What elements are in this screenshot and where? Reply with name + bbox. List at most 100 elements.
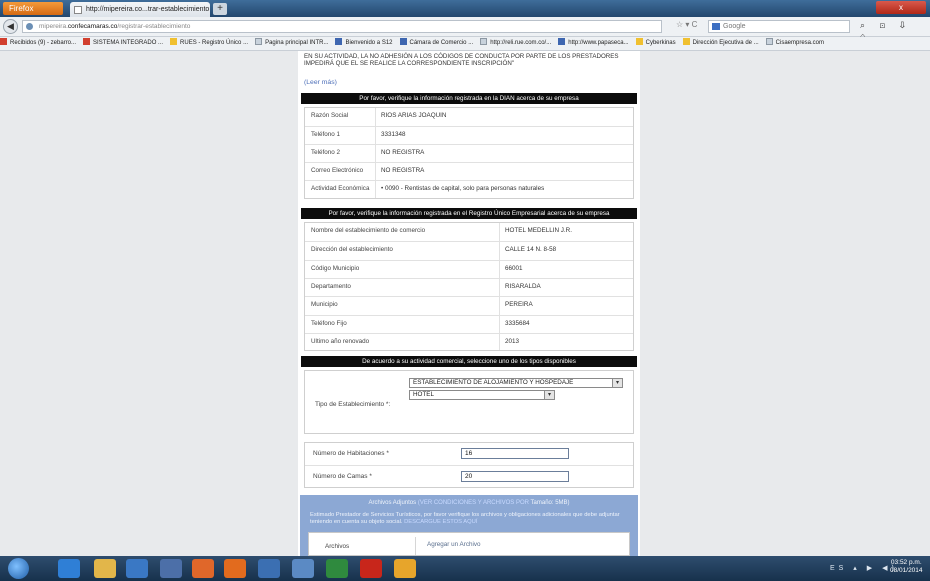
row-label: Municipio <box>311 301 338 309</box>
establishment-subtype-value: HOTEL <box>413 391 434 398</box>
page-icon <box>74 6 82 14</box>
browser-tab[interactable]: http://mipereira.co...trar-establecimien… <box>70 2 210 17</box>
rooms-label: Número de Habitaciones * <box>313 450 389 457</box>
files-label: Archivos <box>325 543 350 550</box>
web-page: en su actividad, la no adhesión a los có… <box>0 51 930 556</box>
skype-icon[interactable] <box>258 559 280 578</box>
chevron-down-icon[interactable]: ▾ <box>544 391 554 399</box>
bookmark-item[interactable]: Cisaempresa.com <box>765 37 825 50</box>
table-row: Ultimo año renovado 2013 <box>305 332 633 350</box>
row-value: CALLE 14 N. 8-58 <box>505 246 557 254</box>
pdf-reader-icon[interactable] <box>360 559 382 578</box>
column-divider <box>499 223 500 350</box>
bookmark-icon <box>399 38 407 45</box>
bookmark-icon <box>83 38 91 45</box>
download-link[interactable]: DESCARGUE ESTOS AQUÍ <box>404 519 477 525</box>
firefox-icon[interactable] <box>224 559 246 578</box>
bookmark-item[interactable]: SISTEMA INTEGRADO ... <box>83 37 163 50</box>
bookmark-icon <box>335 38 343 45</box>
table-row: Nombre del establecimiento de comercio HO… <box>305 223 633 240</box>
bookmark-item[interactable]: Recibidos (9) - zebarro... <box>0 37 76 50</box>
excel-icon[interactable] <box>326 559 348 578</box>
row-label: Código Municipio <box>311 264 360 272</box>
read-more-link[interactable]: (Leer más) <box>304 79 337 86</box>
row-value: HOTEL MEDELLIN J.R. <box>505 227 572 234</box>
table-row: Teléfono 1 3331348 <box>305 126 633 143</box>
chrome-icon[interactable] <box>192 559 214 578</box>
search-input[interactable]: Google <box>708 20 850 33</box>
capacity-box: Número de Habitaciones * Número de Camas… <box>304 442 634 488</box>
bookmark-item[interactable]: Dirección Ejecutiva de ... <box>682 37 759 50</box>
bookmark-label: http://reli.rue.com.co/... <box>490 40 552 46</box>
table-row: Departamento RISARALDA <box>305 277 633 295</box>
establishment-type-select[interactable]: ESTABLECIMIENTO DE ALOJAMIENTO Y HOSPEDA… <box>409 378 623 388</box>
row-label: Actividad Económica <box>311 185 370 192</box>
beds-input[interactable] <box>461 471 569 482</box>
dian-info-table: Razón Social RIOS ARIAS JOAQUIN Teléfono 1… <box>304 107 634 199</box>
bookmark-label: Cisaempresa.com <box>775 40 825 46</box>
search-placeholder: Google <box>723 23 746 30</box>
url-path: /registrar-establecimiento <box>117 23 191 30</box>
internet-explorer-icon[interactable] <box>58 559 80 578</box>
row-value: 3331348 <box>381 131 406 138</box>
rooms-input[interactable] <box>461 448 569 459</box>
table-row: Municipio PEREIRA <box>305 296 633 313</box>
column-divider <box>375 108 376 198</box>
establishment-type-label: Tipo de Establecimiento *: <box>315 401 391 408</box>
add-file-link[interactable]: Agregar un Archivo <box>427 541 481 548</box>
new-tab-button[interactable]: + <box>213 3 227 15</box>
table-row: Correo Electrónico NO REGISTRA <box>305 162 633 179</box>
bookmark-star-icon[interactable]: ☆ ▾ C <box>676 20 697 29</box>
bookmark-icon <box>682 38 690 45</box>
system-tray[interactable]: ES ▴ ▶ ◀) <box>830 564 898 572</box>
bookmark-label: Pagina principal INTR... <box>265 40 329 46</box>
bookmark-label: RUES - Registro Único ... <box>180 40 249 46</box>
chevron-down-icon[interactable]: ▾ <box>612 379 622 387</box>
window-close-button[interactable]: x <box>876 1 926 14</box>
start-button-icon[interactable] <box>8 558 29 579</box>
attachments-conditions-link[interactable]: (VER CONDICIONES Y ARCHIVOS POR <box>418 500 529 506</box>
establishment-subtype-select[interactable]: HOTEL ▾ <box>409 390 555 400</box>
bookmark-item[interactable]: RUES - Registro Único ... <box>170 37 248 50</box>
file-explorer-icon[interactable] <box>94 559 116 578</box>
clock[interactable]: 03:52 p.m. 08/01/2014 <box>890 559 923 575</box>
row-label: Ultimo año renovado <box>311 337 370 345</box>
establishment-type-value: ESTABLECIMIENTO DE ALOJAMIENTO Y HOSPEDA… <box>413 379 574 386</box>
bookmark-icon <box>558 38 566 45</box>
bookmark-label: Bienvenido a S12 <box>345 40 393 46</box>
bookmarks-toolbar: Recibidos (9) - zebarro... SISTEMA INTEGR… <box>0 37 930 51</box>
paint-icon[interactable] <box>394 559 416 578</box>
outlook-icon[interactable] <box>160 559 182 578</box>
row-value: PEREIRA <box>505 301 533 309</box>
google-icon[interactable] <box>712 23 720 30</box>
table-row: Actividad Económica • 0090 - Rentistas de… <box>305 180 633 197</box>
navigation-bar: ◀ mipereira.confecamaras.co/registrar-es… <box>0 17 930 41</box>
firefox-menu-button[interactable]: Firefox <box>3 2 63 15</box>
bookmark-item[interactable]: Cámara de Comercio ... <box>399 37 473 50</box>
bookmark-icon <box>480 38 488 45</box>
bookmark-item[interactable]: Bienvenido a S12 <box>335 37 393 50</box>
bookmark-item[interactable]: http://www.papaseca... <box>558 37 629 50</box>
media-player-icon[interactable] <box>126 559 148 578</box>
site-identity-icon[interactable] <box>26 23 33 30</box>
address-bar[interactable]: mipereira.confecamaras.co/registrar-esta… <box>22 20 662 33</box>
rue-section-header: Por favor, verifique la información regi… <box>301 208 637 219</box>
attachments-title: Archivos Adjuntos (VER CONDICIONES Y ARC… <box>300 500 638 506</box>
bookmark-icon <box>170 38 178 45</box>
row-value: 66001 <box>505 264 523 272</box>
bookmark-label: http://www.papaseca... <box>568 40 629 46</box>
notice-text: en su actividad, la no adhesión a los có… <box>304 53 619 67</box>
monitor-icon[interactable] <box>292 559 314 578</box>
bookmark-item[interactable]: http://reli.rue.com.co/... <box>480 37 551 50</box>
row-label: Teléfono Fijo <box>311 319 347 327</box>
row-value: • 0090 - Rentistas de capital, solo para… <box>381 185 545 192</box>
tab-title: http://mipereira.co...trar-establecimien… <box>86 6 210 13</box>
row-value: RISARALDA <box>505 282 541 290</box>
bookmark-item[interactable]: Cyberkinas <box>635 37 676 50</box>
back-arrow-icon[interactable]: ◀ <box>3 19 18 34</box>
rooms-row: Número de Habitaciones * <box>305 443 633 465</box>
dian-section-header: Por favor, verifique la información regi… <box>301 93 637 104</box>
establishment-type-box: Tipo de Establecimiento *: ESTABLECIMIEN… <box>304 370 634 434</box>
attachments-panel: Archivos Adjuntos (VER CONDICIONES Y ARC… <box>300 495 638 556</box>
bookmark-item[interactable]: Pagina principal INTR... <box>255 37 328 50</box>
